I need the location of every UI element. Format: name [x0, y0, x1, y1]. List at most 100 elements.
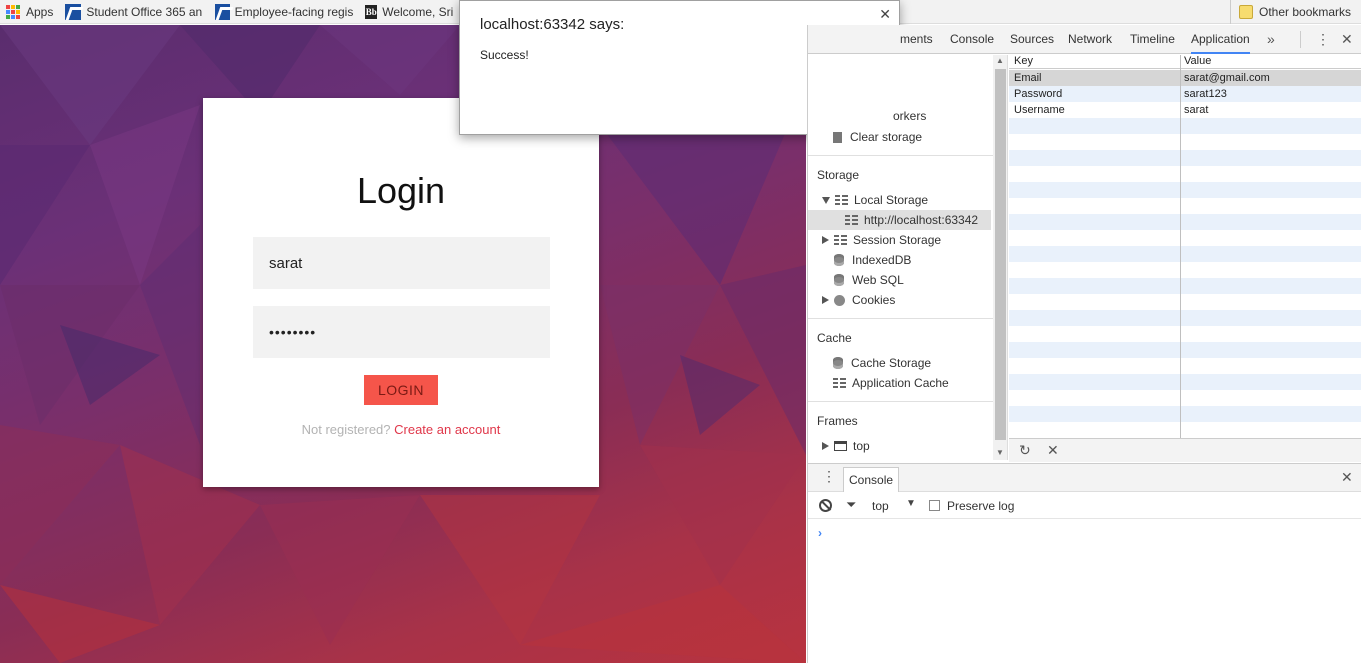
more-tabs-icon[interactable]: » [1267, 25, 1275, 54]
tab-elements[interactable]: ments [900, 25, 933, 54]
console-toolbar: ⏷ top ▼ Preserve log [808, 493, 1361, 519]
expand-right-icon [822, 296, 829, 304]
row-value: sarat@gmail.com [1184, 72, 1270, 84]
tab-network[interactable]: Network [1068, 25, 1112, 54]
bookmark-site-icon [215, 3, 230, 20]
local-storage-label: Local Storage [854, 193, 929, 207]
table-row[interactable]: Password sarat123 [1009, 86, 1361, 102]
column-divider[interactable] [1180, 55, 1181, 438]
create-account-link[interactable]: Create an account [394, 422, 500, 437]
cookie-icon [834, 294, 845, 306]
frame-icon [834, 441, 847, 451]
row-key: Email [1014, 72, 1042, 84]
row-key: Username [1014, 104, 1065, 116]
chevron-down-icon[interactable]: ▼ [906, 498, 916, 509]
section-divider [808, 318, 993, 319]
bookmark-welcome[interactable]: Bb Welcome, Sri [359, 0, 459, 24]
storage-grid-icon [835, 195, 848, 205]
preserve-log-label: Preserve log [947, 499, 1015, 513]
bookmark-apps-label: Apps [26, 4, 54, 19]
storage-grid-icon [834, 235, 847, 245]
refresh-icon[interactable]: ↻ [1019, 442, 1031, 459]
clear-storage-item[interactable]: Clear storage [833, 127, 922, 147]
websql-item[interactable]: Web SQL [834, 270, 904, 290]
empty-row [1009, 246, 1361, 262]
tab-console[interactable]: Console [950, 25, 994, 54]
table-toolbar: ↻ ✕ [1009, 438, 1361, 462]
close-drawer-icon[interactable]: ✕ [1341, 469, 1353, 486]
frame-top-item[interactable]: top [822, 436, 870, 456]
password-input[interactable]: •••••••• [253, 306, 550, 358]
devtools-tab-bar: ments Console Sources Network Timeline A… [808, 25, 1361, 54]
empty-row [1009, 406, 1361, 422]
not-registered-text: Not registered? [301, 422, 395, 437]
session-storage-label: Session Storage [853, 233, 942, 247]
blackboard-icon: Bb [365, 4, 378, 19]
table-row[interactable]: Username sarat [1009, 102, 1361, 118]
table-row[interactable]: Email sarat@gmail.com [1009, 70, 1361, 86]
login-title: Login [356, 170, 446, 211]
cookies-item[interactable]: Cookies [822, 290, 895, 310]
storage-header: Storage [817, 168, 860, 182]
console-prompt[interactable]: › [818, 526, 822, 540]
close-icon[interactable]: ✕ [879, 6, 891, 23]
row-value: sarat123 [1184, 88, 1227, 100]
login-card: Login sarat •••••••• LOGIN Not registere… [203, 98, 599, 487]
drawer-header: ⋮ Console ✕ [808, 464, 1361, 492]
key-column-header[interactable]: Key [1014, 55, 1033, 68]
preserve-log-checkbox[interactable] [929, 500, 940, 511]
clear-console-icon[interactable] [819, 499, 832, 512]
drawer-tab-console[interactable]: Console [843, 467, 900, 492]
empty-row [1009, 182, 1361, 198]
value-column-header[interactable]: Value [1184, 55, 1211, 68]
bookmark-other[interactable]: Other bookmarks [1230, 0, 1357, 24]
empty-row [1009, 278, 1361, 294]
sidebar-scroll-thumb[interactable] [995, 69, 1006, 440]
service-workers-item[interactable]: orkers [893, 106, 926, 126]
context-selector[interactable]: top [872, 499, 889, 513]
close-devtools-icon[interactable]: ✕ [1341, 25, 1353, 54]
expand-right-icon [822, 236, 829, 244]
empty-row [1009, 342, 1361, 358]
origin-label: http://localhost:63342 [864, 213, 979, 227]
login-button[interactable]: LOGIN [364, 375, 438, 405]
section-divider [808, 155, 993, 156]
application-cache-item[interactable]: Application Cache [833, 373, 949, 393]
empty-row [1009, 118, 1361, 134]
frames-header: Frames [817, 414, 858, 428]
database-icon [834, 254, 844, 266]
empty-row [1009, 310, 1361, 326]
cookies-label: Cookies [852, 293, 896, 307]
application-cache-label: Application Cache [852, 376, 949, 390]
trash-icon [833, 131, 842, 143]
empty-row [1009, 214, 1361, 230]
tab-timeline[interactable]: Timeline [1130, 25, 1175, 54]
storage-grid-icon [845, 215, 858, 225]
session-storage-item[interactable]: Session Storage [822, 230, 941, 250]
username-input[interactable]: sarat [253, 237, 550, 289]
drawer-menu-icon[interactable]: ⋮ [822, 468, 836, 485]
filter-icon[interactable]: ⏷ [846, 497, 856, 513]
tab-sources[interactable]: Sources [1010, 25, 1054, 54]
bookmark-employee-facing[interactable]: Employee-facing regis [209, 0, 359, 24]
application-sidebar: orkers Clear storage Storage Local Stora… [808, 55, 1008, 460]
clear-storage-label: Clear storage [850, 130, 923, 144]
scroll-down-icon[interactable]: ▼ [996, 448, 1004, 457]
storage-grid-icon [833, 378, 846, 388]
cache-storage-item[interactable]: Cache Storage [833, 353, 931, 373]
bookmark-apps[interactable]: Apps [0, 0, 59, 24]
local-storage-item[interactable]: Local Storage [822, 190, 928, 210]
apps-grid-icon [6, 4, 20, 19]
tab-application[interactable]: Application [1191, 25, 1250, 54]
delete-icon[interactable]: ✕ [1047, 442, 1059, 459]
indexeddb-item[interactable]: IndexedDB [834, 250, 911, 270]
register-prompt: Not registered? Create an account [203, 422, 599, 437]
bookmark-label: Student Office 365 an [86, 4, 203, 19]
kebab-menu-icon[interactable]: ⋮ [1316, 25, 1330, 54]
devtools-panel: ments Console Sources Network Timeline A… [807, 25, 1361, 663]
scroll-up-icon[interactable]: ▲ [996, 56, 1004, 65]
local-storage-origin-item[interactable]: http://localhost:63342 [808, 210, 991, 230]
row-value: sarat [1184, 104, 1209, 116]
bookmark-student-office[interactable]: Student Office 365 an [59, 0, 209, 24]
websql-label: Web SQL [852, 273, 904, 287]
